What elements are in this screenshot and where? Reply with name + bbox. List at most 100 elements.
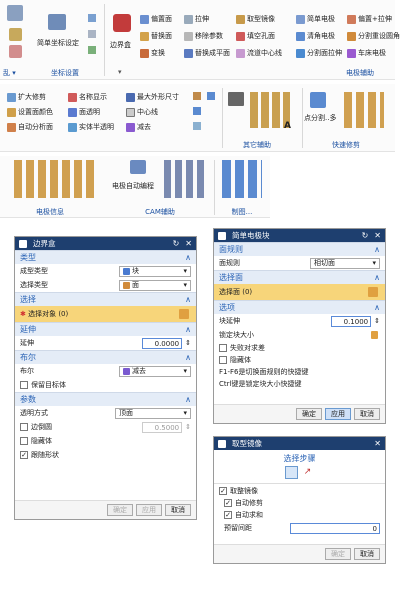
tool-remove-params[interactable]: 移除参数	[184, 31, 223, 41]
tool-face-transparent[interactable]: 面透明	[68, 107, 100, 117]
boolean-select[interactable]: 减去 ▾	[119, 365, 191, 377]
small-tool-icon-b[interactable]	[88, 30, 96, 38]
hide-body-checkbox[interactable]	[20, 437, 28, 445]
coordinate-set-button[interactable]: 简单坐标设定	[37, 38, 79, 48]
section-type[interactable]: 类型 ∧	[15, 250, 196, 264]
section-extend[interactable]: 延伸 ∧	[15, 322, 196, 336]
coordinate-set-icon[interactable]	[48, 14, 66, 30]
section-boolean[interactable]: 布尔 ∧	[15, 350, 196, 364]
cancel-button[interactable]: 取消	[165, 504, 191, 516]
layer-dropdown-icon[interactable]	[228, 92, 244, 106]
misc-icon-d[interactable]	[193, 122, 201, 130]
ok-button[interactable]: 确定	[325, 548, 351, 560]
tool-centerline[interactable]: 中心线	[126, 107, 158, 117]
ribbon-overflow-left[interactable]: 乱 ▾	[3, 68, 16, 78]
apply-button[interactable]: 应用	[325, 408, 351, 420]
bounding-box-icon[interactable]	[113, 14, 131, 32]
close-icon[interactable]: ✕	[374, 231, 381, 240]
tool-auto-analyze[interactable]: 自动分析面	[7, 122, 53, 132]
tool-name-display[interactable]: 名称显示	[68, 92, 107, 102]
tool-mirror-shape[interactable]: 取型镜像	[236, 14, 275, 24]
type-select[interactable]: 块 ▾	[119, 265, 191, 277]
select-face-row[interactable]: 选择面 (0)	[214, 284, 385, 300]
edge-round-checkbox[interactable]	[20, 423, 28, 431]
edge-round-input[interactable]: 0.5000	[142, 421, 183, 433]
coord-icon[interactable]	[9, 45, 22, 58]
follow-shape-checkbox[interactable]: ✓	[20, 451, 28, 459]
electrode-info-icons[interactable]	[14, 160, 94, 198]
section-select[interactable]: 选择 ∧	[15, 292, 196, 306]
select-type-select[interactable]: 面 ▾	[119, 279, 191, 291]
cancel-button[interactable]: 取消	[354, 548, 380, 560]
tool-face-color[interactable]: 设置面颜色	[7, 107, 53, 117]
hide-body-checkbox[interactable]	[219, 356, 227, 364]
ok-button[interactable]: 确定	[296, 408, 322, 420]
tool-expand-trim[interactable]: 扩大修剪	[7, 92, 46, 102]
cancel-button[interactable]: 取消	[354, 408, 380, 420]
auto-program-icon[interactable]	[130, 160, 146, 174]
tool-lathe-electrode[interactable]: 车床电极	[347, 48, 386, 58]
face-rule-select[interactable]: 相切面 ▾	[310, 257, 380, 269]
small-tool-icon-c[interactable]	[88, 46, 96, 54]
cam-aux-icons[interactable]	[164, 160, 204, 198]
drawing-icons[interactable]	[222, 160, 262, 198]
text-icon[interactable]: A	[284, 121, 291, 131]
reset-icon[interactable]: ↻	[173, 239, 180, 248]
apply-button[interactable]: 应用	[136, 504, 162, 516]
tool-simple-electrode[interactable]: 简单电极	[296, 14, 335, 24]
tool-solid-semi[interactable]: 实体半透明	[68, 122, 114, 132]
tool-subtract[interactable]: 减去	[126, 122, 151, 132]
tool-runner-centerline[interactable]: 流道中心线	[236, 48, 282, 58]
section-select-face[interactable]: 选择面 ∧	[214, 270, 385, 284]
transparency-select[interactable]: 顶面 ▾	[115, 407, 191, 419]
group-expand-1[interactable]: ▾	[118, 68, 122, 76]
gap-input[interactable]: 0	[290, 522, 380, 534]
step-pencil-icon[interactable]: ↗	[301, 466, 314, 479]
misc-icon-b[interactable]	[207, 92, 215, 100]
point-split-icon[interactable]	[310, 92, 326, 108]
spinner[interactable]: ⇕	[185, 339, 191, 347]
block-extend-input[interactable]: 0.1000	[331, 315, 372, 327]
split-fillet-icon	[347, 31, 356, 41]
spinner[interactable]: ⇕	[374, 317, 380, 325]
fail-diff-checkbox[interactable]	[219, 344, 227, 352]
section-face-rule[interactable]: 面规则 ∧	[214, 242, 385, 256]
small-tool-icon-a[interactable]	[88, 14, 96, 22]
extend-input[interactable]: 0.0000	[142, 337, 183, 349]
tool-max-size[interactable]: 最大外形尺寸	[126, 92, 179, 102]
axis-icon[interactable]	[7, 5, 23, 21]
point-split-button[interactable]: 点分割..多	[304, 113, 336, 123]
cube-select-icon[interactable]	[368, 287, 378, 297]
mirror-checkbox[interactable]: ✓	[219, 486, 227, 495]
keep-target-checkbox[interactable]	[20, 381, 28, 389]
auto-trim-checkbox[interactable]: ✓	[224, 499, 232, 507]
lock-icon[interactable]	[371, 331, 378, 339]
reset-icon[interactable]: ↻	[362, 231, 369, 240]
tool-fill-hole[interactable]: 填空孔面	[236, 31, 275, 41]
auto-program-button[interactable]: 电极自动编程	[112, 181, 154, 191]
tool-replace-face[interactable]: 替换面	[140, 31, 172, 41]
tool-extrude[interactable]: 拉伸	[184, 14, 209, 24]
tool-split-face-extrude[interactable]: 分割面拉伸	[296, 48, 342, 58]
tool-transform[interactable]: 变换	[140, 48, 165, 58]
tool-split-reset-fillet[interactable]: 分割重设圆角	[347, 31, 400, 41]
select-object-row[interactable]: ✱ 选择对象 (0)	[15, 306, 196, 322]
collapse-icon[interactable]: ∧	[185, 253, 191, 262]
misc-icon-c[interactable]	[193, 107, 201, 115]
section-options[interactable]: 选项 ∧	[214, 300, 385, 314]
misc-icon-a[interactable]	[193, 92, 201, 100]
tool-offset-face[interactable]: 偏置面	[140, 14, 172, 24]
tool-replace-plane[interactable]: 替换成平面	[184, 48, 230, 58]
step-select-icon[interactable]	[285, 466, 298, 479]
tool-corner-electrode[interactable]: 清角电极	[296, 31, 335, 41]
bounding-box-button[interactable]: 边界盒	[110, 40, 131, 50]
close-icon[interactable]: ✕	[374, 439, 381, 448]
rotate-icon[interactable]	[9, 28, 22, 41]
quick-trim-icons[interactable]	[344, 92, 384, 128]
tool-offset-extrude[interactable]: 偏置+拉伸	[347, 14, 392, 24]
section-params[interactable]: 参数 ∧	[15, 392, 196, 406]
ok-button[interactable]: 确定	[107, 504, 133, 516]
cube-select-icon[interactable]	[179, 309, 189, 319]
auto-sum-checkbox[interactable]: ✓	[224, 511, 232, 519]
close-icon[interactable]: ✕	[185, 239, 192, 248]
